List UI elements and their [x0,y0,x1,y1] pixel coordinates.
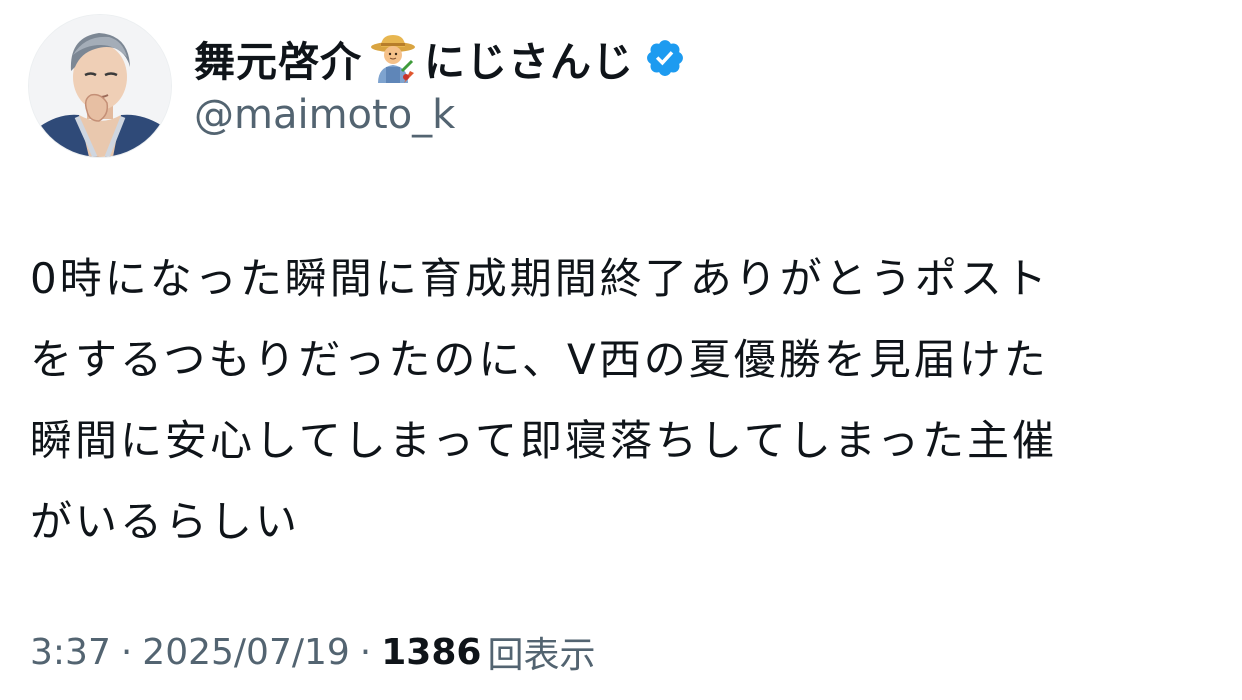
avatar[interactable] [28,14,172,158]
author-handle[interactable]: @maimoto_k [194,92,455,138]
tweet-date[interactable]: 2025/07/19 [142,632,350,673]
author-name-row[interactable]: 舞元啓介 にじさんじ [194,30,686,86]
meta-separator: · [120,631,133,673]
meta-separator: · [359,631,372,673]
tweet-time[interactable]: 3:37 [30,632,111,673]
views-count[interactable]: 1386 [381,632,481,673]
views-label: 回表示 [487,635,596,676]
tweet-text: 0時になった瞬間に育成期間終了ありがとうポスト をするつもりだったのに、V西の夏… [30,254,1058,546]
author-affiliation[interactable]: にじさんじ [424,28,634,88]
farmer-icon [366,31,420,85]
author-display-name[interactable]: 舞元啓介 [194,28,362,88]
tweet-meta: 3:37 · 2025/07/19 · 1386 回表示 [30,626,595,678]
verified-icon[interactable] [644,37,686,79]
